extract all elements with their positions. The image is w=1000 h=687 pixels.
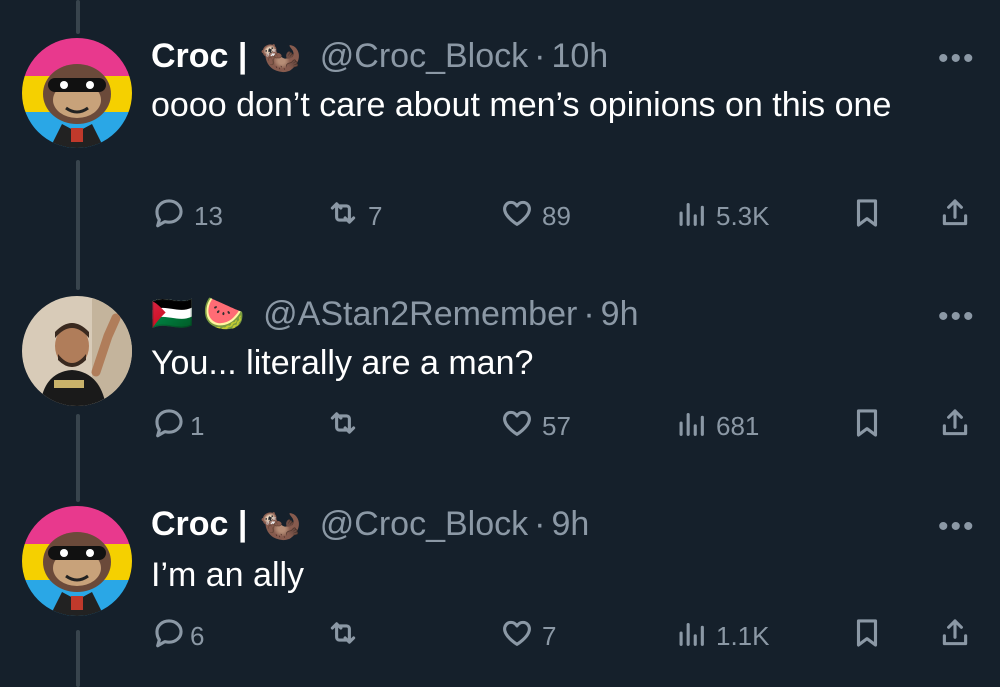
views-icon [674,406,708,447]
separator-dot: · [534,36,546,75]
tweet-text: oooo don’t care about men’s opinions on … [151,86,892,124]
reply-count: 6 [190,621,205,651]
retweet-button[interactable]: 7 [326,196,382,237]
timestamp[interactable]: 10h [551,37,608,76]
share-button[interactable] [938,406,972,447]
like-count: 89 [542,201,571,231]
views-button[interactable]: 5.3K [674,196,770,237]
view-count: 5.3K [716,201,770,231]
bookmark-icon [850,196,884,237]
views-icon [674,196,708,237]
reply-icon [152,406,186,447]
heart-icon [500,406,534,447]
like-button[interactable]: 89 [500,196,571,237]
reply-count: 13 [194,201,223,231]
timestamp[interactable]: 9h [551,505,589,544]
share-button[interactable] [938,616,972,657]
views-button[interactable]: 1.1K [674,616,770,657]
flag-watermelon-emoji: 🇵🇸 🍉 [151,295,246,333]
share-icon [938,196,972,237]
bookmark-button[interactable] [850,616,884,657]
avatar-croc[interactable] [22,38,132,148]
tweet-text: You... literally are a man? [151,344,534,382]
retweet-icon [326,616,360,657]
like-button[interactable]: 57 [500,406,571,447]
reply-count: 1 [190,411,205,441]
bookmark-icon [850,616,884,657]
heart-icon [500,616,534,657]
share-icon [938,616,972,657]
bookmark-icon [850,406,884,447]
more-options-icon[interactable]: ••• [938,42,976,76]
reply-icon [152,616,186,657]
user-handle[interactable]: @AStan2Remember [263,295,577,334]
reply-button[interactable]: 13 [152,196,223,237]
reply-icon [152,196,186,237]
views-button[interactable]: 681 [674,406,759,447]
user-handle[interactable]: @Croc_Block [320,37,528,76]
tweet-actions: 6 7 1.1K [0,616,1000,656]
retweet-icon [326,406,360,447]
retweet-icon [326,196,360,237]
reply-button[interactable]: 6 [152,616,204,657]
avatar-croc[interactable] [22,506,132,616]
retweet-button[interactable] [326,616,368,657]
more-options-icon[interactable]: ••• [938,510,976,544]
like-count: 7 [542,621,557,651]
tweet-header: 🇵🇸 🍉 @AStan2Remember · 9h [151,294,638,334]
display-name[interactable]: Croc | [151,505,247,544]
bookmark-button[interactable] [850,196,884,237]
view-count: 681 [716,411,760,441]
tweet-2[interactable]: 🇵🇸 🍉 @AStan2Remember · 9h ••• You... lit… [0,250,1000,470]
avatar-astan[interactable] [22,296,132,406]
timestamp[interactable]: 9h [601,295,639,334]
reply-button[interactable]: 1 [152,406,204,447]
otter-emoji: 🦦 [259,37,302,75]
share-button[interactable] [938,196,972,237]
tweet-header: Croc | 🦦 @Croc_Block · 9h [151,504,589,544]
bookmark-button[interactable] [850,406,884,447]
retweet-button[interactable] [326,406,368,447]
separator-dot: · [534,504,546,543]
share-icon [938,406,972,447]
like-button[interactable]: 7 [500,616,556,657]
otter-emoji: 🦦 [259,505,302,543]
user-handle[interactable]: @Croc_Block [320,505,528,544]
views-icon [674,616,708,657]
view-count: 1.1K [716,621,770,651]
retweet-count: 7 [368,201,383,231]
like-count: 57 [542,411,571,441]
tweet-1[interactable]: Croc | 🦦 @Croc_Block · 10h ••• oooo don’… [0,0,1000,250]
more-options-icon[interactable]: ••• [938,300,976,334]
tweet-3[interactable]: Croc | 🦦 @Croc_Block · 9h ••• I’m an all… [0,470,1000,687]
tweet-header: Croc | 🦦 @Croc_Block · 10h [151,36,608,76]
heart-icon [500,196,534,237]
separator-dot: · [583,294,595,333]
display-name[interactable]: Croc | [151,37,247,76]
tweet-actions: 1 57 681 [0,406,1000,446]
tweet-actions: 13 7 89 5.3K [0,196,1000,236]
tweet-text: I’m an ally [151,556,305,594]
